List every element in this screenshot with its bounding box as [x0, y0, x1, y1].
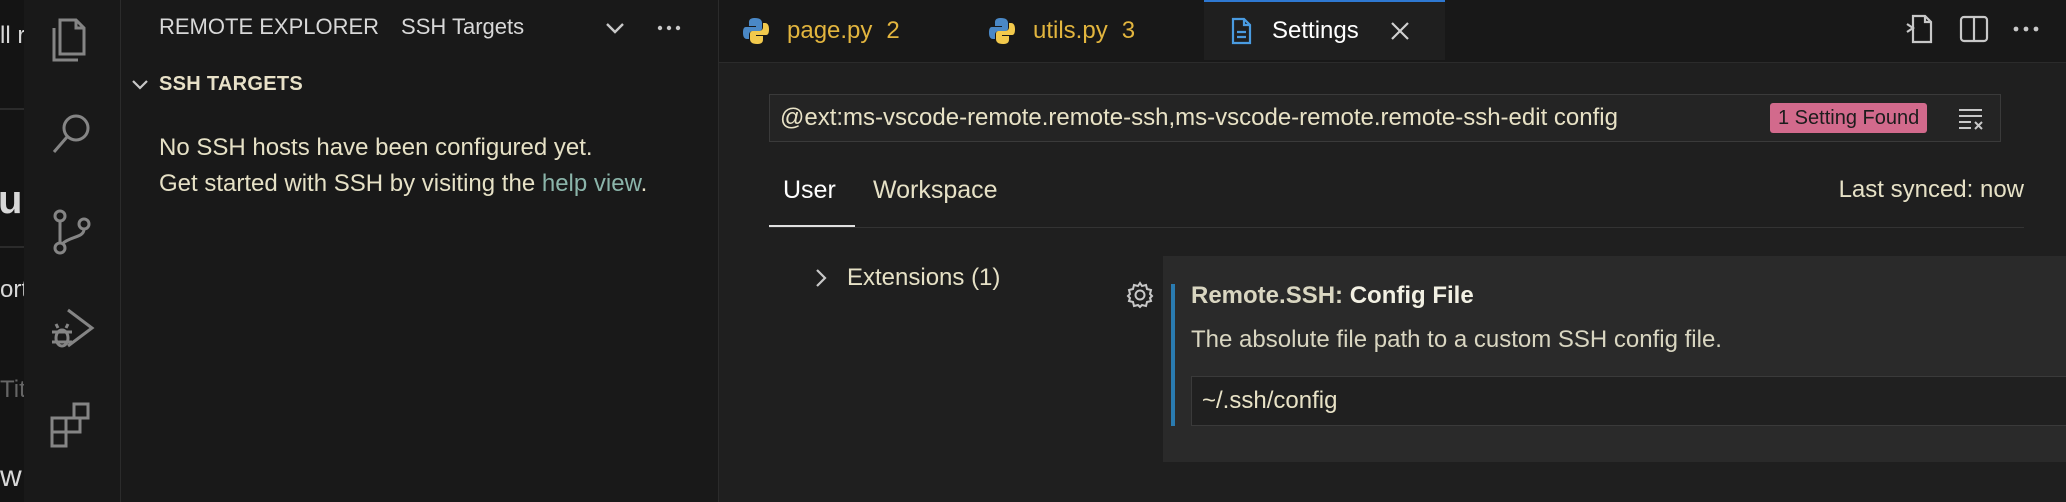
tab-user[interactable]: User: [783, 176, 836, 205]
setting-category: Remote.SSH:: [1191, 282, 1350, 309]
more-actions-icon[interactable]: [655, 14, 683, 42]
no-hosts-message: No SSH hosts have been configured yet. G…: [159, 130, 699, 202]
editor-area: page.py 2 utils.py 3 Settings @ext:ms-vs…: [719, 0, 2066, 502]
background-text-fragment: ort: [0, 276, 24, 303]
python-icon: [743, 18, 769, 44]
clear-filter-icon[interactable]: [1956, 103, 1986, 133]
file-icon: [1231, 17, 1252, 45]
toc-label: Extensions (1): [847, 264, 1001, 291]
toc-item-extensions[interactable]: Extensions (1): [811, 264, 1000, 292]
search-icon[interactable]: [46, 108, 98, 160]
setting-item-config-file: Remote.SSH: Config File The absolute fil…: [1163, 256, 2066, 462]
sync-status: Last synced: now: [1838, 176, 2024, 203]
tab-bar: page.py 2 utils.py 3 Settings: [719, 0, 2066, 63]
tab-workspace[interactable]: Workspace: [873, 176, 998, 205]
run-debug-icon[interactable]: [46, 302, 98, 354]
tab-label: utils.py: [1033, 17, 1108, 44]
problem-count-badge: 2: [886, 17, 900, 44]
sidebar-title-row: REMOTE EXPLORER SSH Targets: [159, 14, 524, 40]
chevron-down-icon: [132, 80, 148, 90]
more-actions-icon[interactable]: [2009, 12, 2043, 46]
ssh-targets-dropdown[interactable]: SSH Targets: [401, 14, 524, 39]
source-control-icon[interactable]: [46, 206, 98, 258]
explorer-icon[interactable]: [46, 14, 98, 66]
sidebar-title: REMOTE EXPLORER: [159, 14, 380, 39]
background-text-fragment: Tit: [0, 376, 24, 403]
activity-bar: [24, 0, 121, 502]
settings-search-box: 1 Setting Found: [769, 94, 2001, 142]
chevron-down-icon[interactable]: [601, 14, 629, 42]
setting-name: Config File: [1349, 282, 1474, 309]
section-title: SSH TARGETS: [159, 72, 304, 95]
extensions-icon[interactable]: [46, 398, 98, 450]
ssh-targets-section-header[interactable]: SSH TARGETS: [129, 68, 303, 100]
divider: [0, 108, 24, 110]
divider: [0, 246, 24, 248]
background-window-edge: ll r u ort Tit w: [0, 0, 24, 502]
background-text-fragment: ll r: [0, 22, 24, 49]
help-view-link[interactable]: help view: [542, 170, 641, 197]
setting-description: The absolute file path to a custom SSH c…: [1191, 326, 1722, 353]
active-tab-indicator: [769, 225, 855, 227]
tab-page-py[interactable]: page.py 2: [741, 0, 900, 62]
chevron-right-icon: [816, 269, 827, 287]
message-line: No SSH hosts have been configured yet.: [159, 134, 593, 161]
settings-found-badge: 1 Setting Found: [1770, 103, 1928, 133]
python-icon: [989, 18, 1015, 44]
divider: [769, 227, 2024, 228]
message-period: .: [640, 170, 648, 197]
config-file-input[interactable]: [1191, 376, 2066, 426]
remote-explorer-sidebar: REMOTE EXPLORER SSH Targets SSH TARGETS N…: [121, 0, 719, 502]
split-editor-icon[interactable]: [1957, 12, 1991, 46]
background-text-fragment: w: [0, 460, 22, 493]
message-line: Get started with SSH by visiting the: [159, 170, 536, 197]
tab-settings[interactable]: Settings: [1204, 0, 1445, 60]
setting-title: Remote.SSH: Config File: [1191, 282, 1474, 310]
tab-label: Settings: [1272, 17, 1359, 44]
open-settings-json-icon[interactable]: [1903, 12, 1937, 46]
background-text-fragment: u: [0, 178, 23, 222]
tab-utils-py[interactable]: utils.py 3: [987, 0, 1135, 62]
modified-indicator: [1171, 284, 1175, 426]
close-icon[interactable]: [1387, 18, 1413, 44]
tab-label: page.py: [787, 17, 873, 44]
settings-search-input[interactable]: [770, 95, 1760, 141]
gear-icon[interactable]: [1125, 280, 1155, 310]
problem-count-badge: 3: [1121, 17, 1136, 44]
